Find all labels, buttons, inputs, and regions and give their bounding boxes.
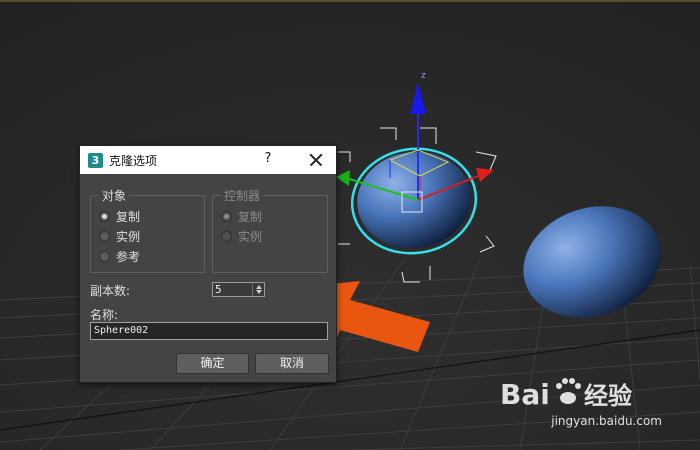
- spinner-up-icon[interactable]: [256, 285, 262, 289]
- radio-label: 复制: [238, 210, 263, 224]
- name-field[interactable]: Sphere002: [90, 322, 328, 340]
- radio-icon[interactable]: [99, 251, 110, 262]
- radio-label: 实例: [116, 230, 141, 244]
- spinner-down-icon[interactable]: [256, 290, 262, 294]
- cancel-button[interactable]: 取消: [255, 353, 329, 374]
- help-button[interactable]: ?: [260, 151, 276, 169]
- paw-icon: [556, 378, 581, 404]
- copies-value[interactable]: 5: [215, 283, 253, 296]
- radio-icon[interactable]: [99, 231, 110, 242]
- controller-group: 控制器 复制 实例: [212, 187, 328, 273]
- radio-label: 实例: [238, 230, 263, 244]
- radio-icon: [221, 211, 232, 222]
- radio-object-reference[interactable]: 参考: [99, 248, 140, 265]
- clone-options-dialog: 3 克隆选项 ? 对象 复制 实例 参考 控制器 复制 实例 副本数: 5 名称…: [79, 145, 337, 383]
- svg-text:经验: 经验: [584, 382, 632, 410]
- radio-controller-instance: 实例: [221, 228, 262, 245]
- dialog-titlebar[interactable]: 3 克隆选项 ?: [80, 146, 336, 174]
- svg-text:Bai: Bai: [500, 378, 550, 411]
- copies-label: 副本数:: [90, 284, 131, 298]
- controller-group-title: 控制器: [221, 187, 264, 204]
- close-icon[interactable]: [306, 150, 326, 170]
- gizmo-z-label: z: [421, 71, 426, 81]
- radio-object-copy[interactable]: 复制: [99, 208, 140, 225]
- dialog-title: 克隆选项: [109, 153, 158, 168]
- radio-label: 复制: [116, 210, 141, 224]
- baidu-jingyan-watermark: Bai 经验 jingyan.baidu.com: [500, 372, 662, 428]
- name-label: 名称:: [90, 308, 119, 322]
- radio-object-instance[interactable]: 实例: [99, 228, 140, 245]
- radio-label: 参考: [116, 250, 141, 264]
- copies-spinner[interactable]: 5: [212, 282, 265, 297]
- object-group-title: 对象: [99, 187, 130, 204]
- object-group: 对象 复制 实例 参考: [90, 187, 205, 273]
- radio-controller-copy: 复制: [221, 208, 262, 225]
- 3dsmax-app-icon: 3: [88, 152, 103, 168]
- radio-icon: [221, 231, 232, 242]
- watermark-url: jingyan.baidu.com: [551, 414, 662, 428]
- radio-icon[interactable]: [99, 211, 110, 222]
- ok-button[interactable]: 确定: [176, 353, 249, 374]
- baidu-logo: Bai 经验: [500, 378, 632, 411]
